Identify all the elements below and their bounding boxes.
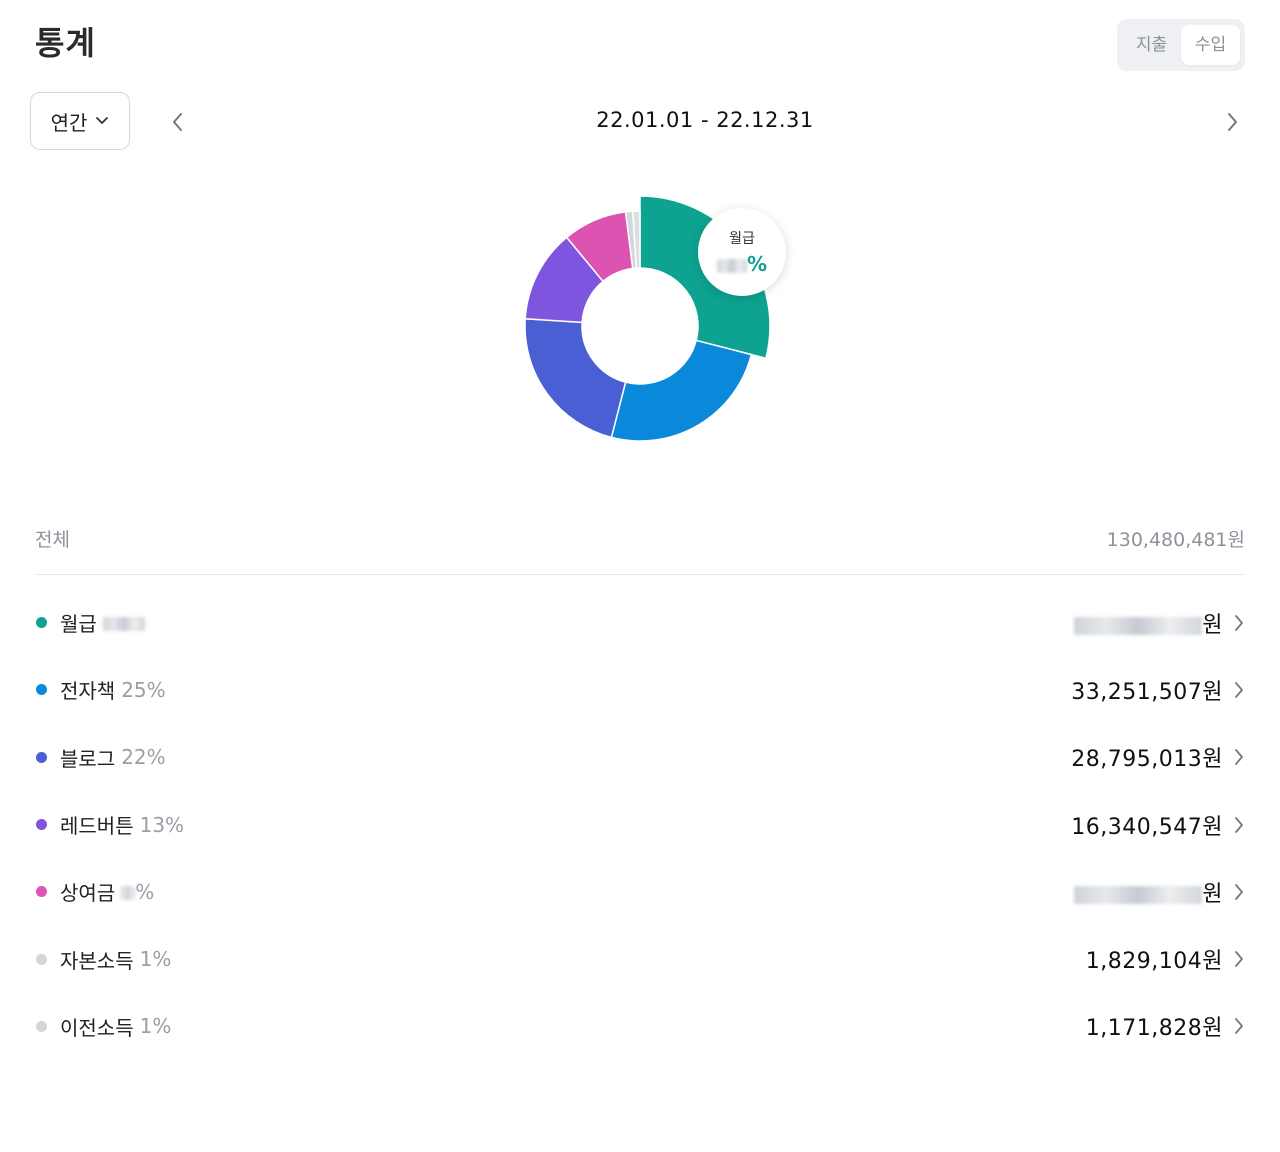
chevron-right-icon (1235, 951, 1243, 968)
tooltip-label: 월급 (729, 231, 755, 247)
list-item[interactable]: 자본소득 1% 1,829,104원 (35, 925, 1245, 992)
list-item[interactable]: 이전소득 1% 1,171,828원 (35, 993, 1245, 1060)
category-name: 전자책 (60, 679, 116, 704)
category-percent: % (121, 880, 154, 904)
category-amount: 33,251,507원 (1071, 679, 1223, 705)
chevron-right-icon (1235, 614, 1243, 631)
page-title: 통계 (35, 24, 96, 62)
category-percent: 1% (139, 1014, 172, 1039)
category-dot (36, 617, 47, 629)
chart-tooltip: 월급 % (698, 208, 786, 296)
category-amount: 28,795,013원 (1071, 747, 1223, 773)
divider (35, 574, 1245, 575)
category-percent: 22% (121, 745, 166, 770)
category-list: 월급 원 전자책 25% 33,251,507원 블로그 22% 28,795,013원 레드버… (35, 589, 1245, 1060)
category-amount: 16,340,547원 (1071, 814, 1223, 840)
category-percent (102, 611, 145, 635)
category-percent: 13% (139, 812, 185, 837)
category-name: 자본소득 (60, 948, 134, 973)
category-amount: 원 (1074, 876, 1223, 908)
expense-income-toggle[interactable]: 지출 수입 (1117, 19, 1245, 71)
list-item[interactable]: 전자책 25% 33,251,507원 (35, 656, 1245, 723)
category-amount: 원 (1074, 607, 1223, 639)
chevron-right-icon (1235, 816, 1243, 833)
category-amount: 1,171,828원 (1085, 1016, 1223, 1042)
category-name: 레드버튼 (60, 814, 134, 839)
chevron-right-icon (1235, 1018, 1243, 1035)
category-dot (36, 684, 47, 696)
chevron-right-icon (1235, 883, 1243, 900)
donut-slice[interactable] (610, 339, 753, 442)
category-percent: 25% (121, 677, 166, 702)
total-label: 전체 (35, 529, 70, 551)
tab-income[interactable]: 수입 (1181, 25, 1240, 65)
chevron-right-icon (1235, 749, 1243, 766)
list-item[interactable]: 상여금% 원 (35, 858, 1245, 925)
chevron-right-icon[interactable] (1220, 108, 1244, 136)
category-name: 상여금 (60, 881, 116, 906)
list-item[interactable]: 레드버튼 13% 16,340,547원 (35, 791, 1245, 858)
chevron-right-icon (1235, 682, 1243, 698)
category-name: 이전소득 (60, 1015, 134, 1040)
category-dot (36, 751, 47, 763)
tab-expense[interactable]: 지출 (1122, 25, 1181, 65)
date-range: 22.01.01 - 22.12.31 (596, 108, 814, 132)
donut-slice[interactable] (524, 317, 627, 439)
category-dot (36, 953, 47, 965)
category-dot (36, 886, 47, 898)
category-dot (36, 819, 47, 831)
total-amount: 130,480,481원 (1106, 529, 1245, 551)
category-dot (36, 1020, 47, 1032)
category-amount: 1,829,104원 (1085, 949, 1223, 975)
category-percent: 1% (139, 947, 172, 972)
category-name: 월급 (60, 612, 97, 637)
list-item[interactable]: 월급 원 (35, 589, 1245, 656)
tooltip-value: % (698, 252, 786, 276)
list-item[interactable]: 블로그 22% 28,795,013원 (35, 724, 1245, 791)
total-row: 전체 130,480,481원 (35, 525, 1245, 552)
category-name: 블로그 (60, 746, 116, 771)
